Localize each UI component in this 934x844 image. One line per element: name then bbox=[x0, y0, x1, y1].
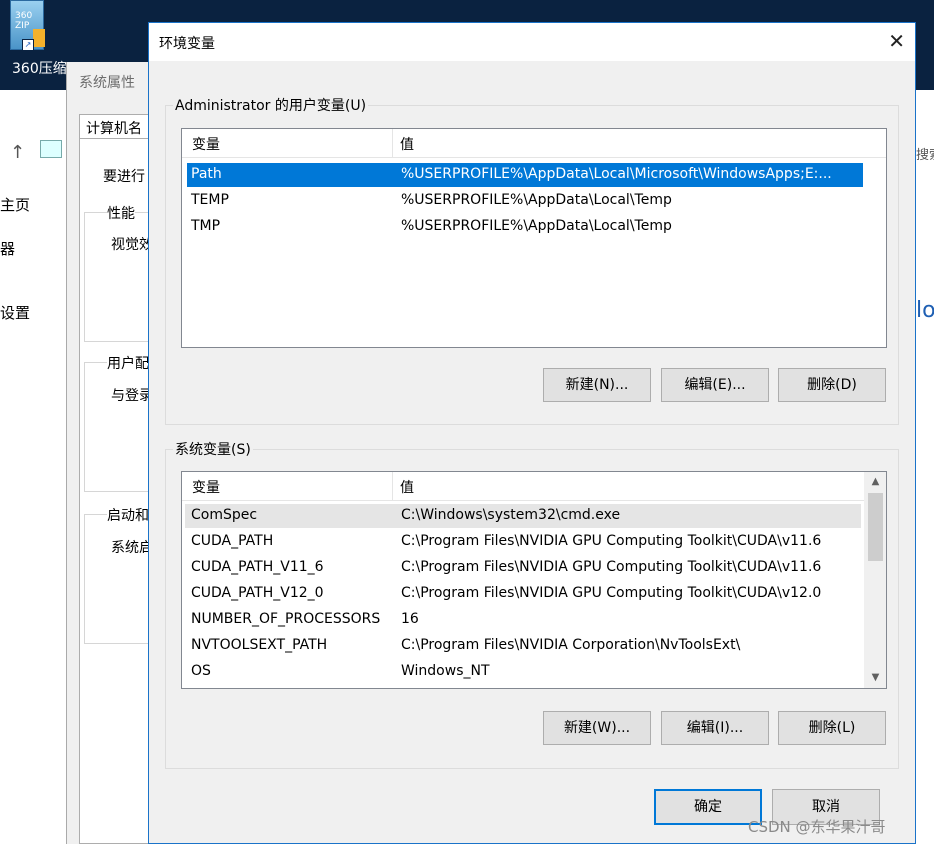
zip-belt-shape bbox=[33, 29, 45, 47]
table-row[interactable]: NVTOOLSEXT_PATH C:\Program Files\NVIDIA … bbox=[187, 634, 863, 658]
row-variable-value: %USERPROFILE%\AppData\Local\Microsoft\Wi… bbox=[401, 166, 832, 182]
row-variable-value: C:\Windows\system32\cmd.exe bbox=[401, 507, 621, 523]
group-user-profiles-label: 用户配 bbox=[107, 353, 149, 373]
row-variable-name: CUDA_PATH bbox=[191, 533, 274, 549]
nav-item-home[interactable]: 主页 bbox=[0, 194, 30, 215]
group-performance-text: 视觉效 bbox=[111, 237, 153, 253]
row-variable-name: NUMBER_OF_PROCESSORS bbox=[191, 611, 381, 627]
row-variable-name: ComSpec bbox=[191, 507, 258, 523]
column-header-value[interactable]: 值 bbox=[400, 477, 414, 497]
user-new-button[interactable]: 新建(N)... bbox=[543, 368, 651, 402]
ok-button[interactable]: 确定 bbox=[654, 789, 762, 825]
row-variable-name: OS bbox=[191, 663, 211, 679]
column-header-value[interactable]: 值 bbox=[400, 134, 414, 154]
table-row[interactable]: CUDA_PATH C:\Program Files\NVIDIA GPU Co… bbox=[187, 530, 863, 554]
row-variable-name: Path bbox=[191, 166, 222, 182]
system-variables-list[interactable]: 变量 值 ComSpec C:\Windows\system32\cmd.exe… bbox=[181, 471, 887, 689]
row-variable-name: NVTOOLSEXT_PATH bbox=[191, 637, 328, 653]
vertical-scrollbar[interactable]: ▲ ▼ bbox=[864, 472, 886, 688]
table-row[interactable]: Path %USERPROFILE%\AppData\Local\Microso… bbox=[187, 163, 863, 187]
group-startup bbox=[84, 514, 155, 644]
scroll-up-icon[interactable]: ▲ bbox=[865, 472, 886, 492]
user-variables-label: Administrator 的用户变量(U) bbox=[173, 95, 369, 115]
partial-heading: lo bbox=[916, 298, 934, 323]
row-variable-name: TMP bbox=[191, 218, 221, 234]
row-variable-name: CUDA_PATH_V11_6 bbox=[191, 559, 324, 575]
tab-computer-name[interactable]: 计算机名 bbox=[79, 114, 159, 138]
group-startup-label: 启动和 bbox=[107, 505, 149, 525]
table-row[interactable]: NUMBER_OF_PROCESSORS 16 bbox=[187, 608, 863, 632]
row-variable-name: CUDA_PATH_V12_0 bbox=[191, 585, 324, 601]
group-user-profiles bbox=[84, 362, 155, 492]
zip-icon-text: 360 ZIP bbox=[15, 11, 33, 31]
system-properties-window: 系统属性 计算机名 要进行 性能 视觉效 用户配 与登录 启动和 系统启 bbox=[66, 62, 159, 844]
close-icon[interactable]: ✕ bbox=[888, 29, 905, 53]
group-performance-label: 性能 bbox=[107, 203, 135, 223]
nav-item-manager[interactable]: 器 bbox=[0, 238, 15, 259]
row-variable-value: 16 bbox=[401, 611, 419, 627]
dialog-titlebar[interactable]: 环境变量 ✕ bbox=[149, 23, 915, 61]
table-row[interactable]: TEMP %USERPROFILE%\AppData\Local\Temp bbox=[187, 189, 863, 213]
system-edit-button[interactable]: 编辑(I)... bbox=[661, 711, 769, 745]
nav-item-settings[interactable]: 设置 bbox=[0, 302, 30, 323]
table-row[interactable]: OS Windows_NT bbox=[187, 660, 863, 684]
watermark: CSDN @东华果汁哥 bbox=[748, 818, 886, 836]
row-variable-value: C:\Program Files\NVIDIA GPU Computing To… bbox=[401, 559, 822, 575]
group-startup-text: 系统启 bbox=[111, 540, 153, 556]
group-performance bbox=[84, 212, 155, 342]
explorer-window: ↑ 主页 器 设置 bbox=[0, 90, 66, 844]
up-arrow-icon[interactable]: ↑ bbox=[10, 142, 25, 163]
system-new-button[interactable]: 新建(W)... bbox=[543, 711, 651, 745]
table-row[interactable]: TMP %USERPROFILE%\AppData\Local\Temp bbox=[187, 215, 863, 239]
user-variables-list[interactable]: 变量 值 Path %USERPROFILE%\AppData\Local\Mi… bbox=[181, 128, 887, 348]
row-variable-value: C:\Program Files\NVIDIA GPU Computing To… bbox=[401, 585, 822, 601]
row-variable-value: C:\Program Files\NVIDIA GPU Computing To… bbox=[401, 533, 822, 549]
desktop-icon-label: 360压缩 bbox=[12, 61, 67, 77]
user-edit-button[interactable]: 编辑(E)... bbox=[661, 368, 769, 402]
system-delete-button[interactable]: 删除(L) bbox=[778, 711, 886, 745]
user-delete-button[interactable]: 删除(D) bbox=[778, 368, 886, 402]
sysprop-title: 系统属性 bbox=[79, 75, 135, 91]
dialog-title: 环境变量 bbox=[159, 36, 215, 52]
row-variable-value: C:\Program Files\NVIDIA Corporation\NvTo… bbox=[401, 637, 741, 653]
column-header-variable[interactable]: 变量 bbox=[192, 134, 220, 154]
row-variable-value: %USERPROFILE%\AppData\Local\Temp bbox=[401, 218, 672, 234]
row-variable-value: Windows_NT bbox=[401, 663, 490, 679]
column-separator[interactable] bbox=[392, 472, 393, 500]
environment-variables-dialog: 环境变量 ✕ Administrator 的用户变量(U) 变量 值 Path … bbox=[148, 22, 916, 844]
row-variable-name: TEMP bbox=[191, 192, 229, 208]
column-separator[interactable] bbox=[392, 129, 393, 157]
background-window-right: 搜索 lo bbox=[916, 90, 934, 844]
search-text: 搜索 bbox=[916, 148, 934, 163]
scrollbar-thumb[interactable] bbox=[868, 493, 883, 561]
table-row[interactable]: CUDA_PATH_V12_0 C:\Program Files\NVIDIA … bbox=[187, 582, 863, 606]
table-row[interactable]: CUDA_PATH_V11_6 C:\Program Files\NVIDIA … bbox=[187, 556, 863, 580]
scroll-down-icon[interactable]: ▼ bbox=[865, 668, 886, 688]
desktop-icon-360zip[interactable]: 360 ZIP ↗ bbox=[10, 0, 60, 52]
system-variables-label: 系统变量(S) bbox=[173, 439, 253, 459]
system-list-header: 变量 值 bbox=[182, 472, 866, 501]
sysprop-text: 要进行 bbox=[103, 169, 145, 185]
computer-icon bbox=[40, 140, 62, 158]
group-user-profiles-text: 与登录 bbox=[111, 388, 153, 404]
shortcut-arrow-icon: ↗ bbox=[22, 39, 34, 51]
user-list-header: 变量 值 bbox=[182, 129, 886, 158]
table-row[interactable]: ComSpec C:\Windows\system32\cmd.exe bbox=[185, 504, 861, 528]
column-header-variable[interactable]: 变量 bbox=[192, 477, 220, 497]
row-variable-value: %USERPROFILE%\AppData\Local\Temp bbox=[401, 192, 672, 208]
